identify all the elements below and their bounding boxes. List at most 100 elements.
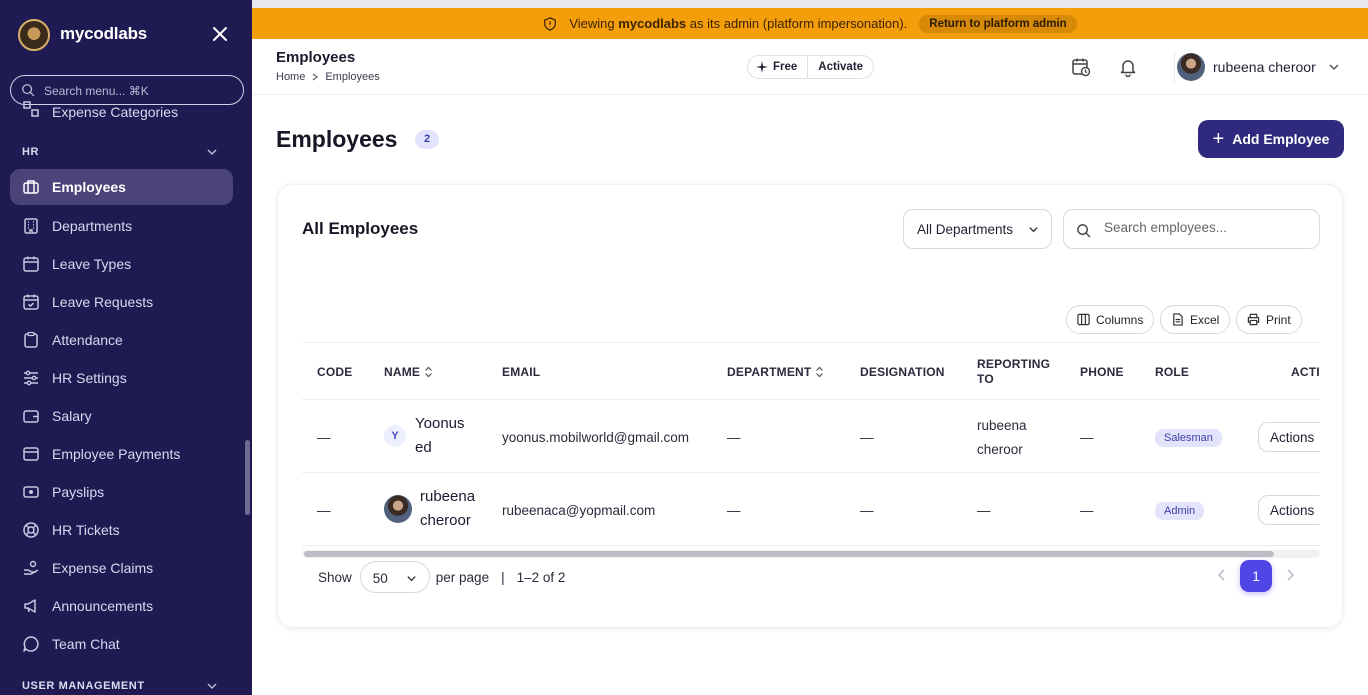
return-to-platform-admin-button[interactable]: Return to platform admin [919,14,1077,33]
sidebar-item-attendance[interactable]: Attendance [10,322,233,358]
sidebar-item-employee-payments[interactable]: Employee Payments [10,436,233,472]
sidebar-item-leave-requests[interactable]: Leave Requests [10,284,233,320]
employee-search-input[interactable] [1104,220,1309,235]
briefcase-icon [23,180,39,194]
cell-designation: — [860,430,874,445]
excel-button[interactable]: Excel [1160,305,1231,334]
cell-designation: — [860,503,874,518]
file-icon [1173,313,1183,326]
column-header-role: ROLE [1155,365,1190,379]
avatar [1177,53,1205,81]
shield-icon [544,16,557,31]
add-employee-button[interactable]: + Add Employee [1198,120,1344,158]
sidebar-item-label: HR Tickets [52,522,120,538]
sidebar-item-employees[interactable]: Employees [10,169,233,205]
per-page-select[interactable]: 50 [359,561,430,593]
scrollbar-thumb[interactable] [304,551,1274,557]
department-filter-select[interactable]: All Departments [903,209,1052,249]
column-header-name[interactable]: NAME [384,365,433,379]
cell-reporting-to: — [977,503,991,518]
calendar-clock-icon[interactable] [1071,57,1091,77]
per-page-value: 50 [372,571,388,586]
chevron-left-icon[interactable] [1215,568,1229,582]
sidebar-item-announcements[interactable]: Announcements [10,588,233,624]
sidebar-item-leave-types[interactable]: Leave Types [10,246,233,282]
sidebar-scrollbar[interactable] [245,440,250,515]
sidebar: mycodlabs Search menu... ⌘K Expense Cate… [0,0,252,695]
cell-department: — [727,503,741,518]
sidebar-item-label: Expense Claims [52,560,154,576]
print-button[interactable]: Print [1236,305,1302,334]
impersonation-banner: Viewing mycodlabs as its admin (platform… [252,8,1368,39]
brand-logo [18,19,50,51]
category-icon [23,101,39,117]
cell-name[interactable]: Yoonus ed [415,412,465,460]
sidebar-search-input[interactable]: Search menu... ⌘K [10,75,244,105]
page-number-button[interactable]: 1 [1240,560,1272,592]
sidebar-item-label: Departments [52,218,133,234]
calendar-check-icon [23,294,39,310]
table-header: CODE NAME EMAIL DEPARTMENT DESIGNATION R… [302,342,1320,400]
column-header-code: CODE [317,365,353,379]
sidebar-item-salary[interactable]: Salary [10,398,233,434]
sidebar-item-label: Salary [52,408,92,424]
plan-pill: Free Activate [747,55,875,79]
wallet-icon [23,410,39,423]
column-header-designation: DESIGNATION [860,365,945,379]
cell-code: — [317,430,331,445]
cell-name[interactable]: rubeena cheroor [420,485,475,533]
sidebar-item-departments[interactable]: Departments [10,208,233,244]
cell-email: yoonus.mobilworld@gmail.com [502,430,690,445]
table-horizontal-scrollbar[interactable] [302,550,1320,558]
chevron-down-icon [1329,64,1339,71]
page-title: Employees [276,126,398,152]
user-menu[interactable]: rubeena cheroor [1174,51,1340,83]
sidebar-item-team-chat[interactable]: Team Chat [10,626,233,662]
brand-name: mycodlabs [60,24,148,43]
bell-icon[interactable] [1118,57,1138,77]
employees-table: CODE NAME EMAIL DEPARTMENT DESIGNATION R… [302,342,1320,554]
sidebar-item-payslips[interactable]: Payslips [10,474,233,510]
column-header-reporting-to: REPORTING TO [977,357,1051,386]
cell-phone: — [1080,503,1094,518]
sidebar-item-label: Employee Payments [52,446,181,462]
sidebar-item-hr-tickets[interactable]: HR Tickets [10,512,233,548]
card-title: All Employees [302,219,419,238]
sidebar-item-expense-categories[interactable]: Expense Categories [10,101,233,120]
print-label: Print [1266,312,1291,327]
sidebar-item-expense-claims[interactable]: Expense Claims [10,550,233,586]
search-icon [22,84,35,97]
sidebar-item-hr-settings[interactable]: HR Settings [10,360,233,396]
megaphone-icon [24,599,36,613]
activate-button[interactable]: Activate [808,61,873,73]
breadcrumb-home[interactable]: Home [276,71,305,83]
top-header: Employees Home Employees Free Activate r… [252,39,1368,95]
column-header-department[interactable]: DEPARTMENT [727,365,824,379]
employee-count-badge: 2 [415,130,439,149]
columns-icon [1077,313,1090,326]
user-name: rubeena cheroor [1213,59,1316,75]
building-icon [24,218,38,234]
search-icon [1077,224,1091,238]
chevron-right-icon[interactable] [1283,568,1297,582]
sidebar-item-label: Announcements [52,598,154,614]
row-actions-button[interactable]: Actions [1258,422,1320,452]
clipboard-icon [24,331,38,348]
chevron-down-icon[interactable] [206,146,218,158]
sparkle-icon [756,61,768,73]
close-icon [213,27,227,41]
cell-code: — [317,503,331,518]
row-actions-button[interactable]: Actions [1258,495,1320,525]
pagination-range: 1–2 of 2 [516,569,566,585]
printer-icon [1247,313,1260,326]
show-label: Show [318,569,352,585]
chevron-down-icon [1029,227,1038,233]
chevron-down-icon[interactable] [206,680,218,692]
close-sidebar-button[interactable] [210,24,230,44]
column-header-email: EMAIL [502,365,541,379]
columns-button[interactable]: Columns [1066,305,1155,334]
banner-suffix: as its admin (platform impersonation). [689,16,908,31]
role-badge: Salesman [1155,429,1222,447]
excel-label: Excel [1190,312,1220,327]
cell-department: — [727,430,741,445]
